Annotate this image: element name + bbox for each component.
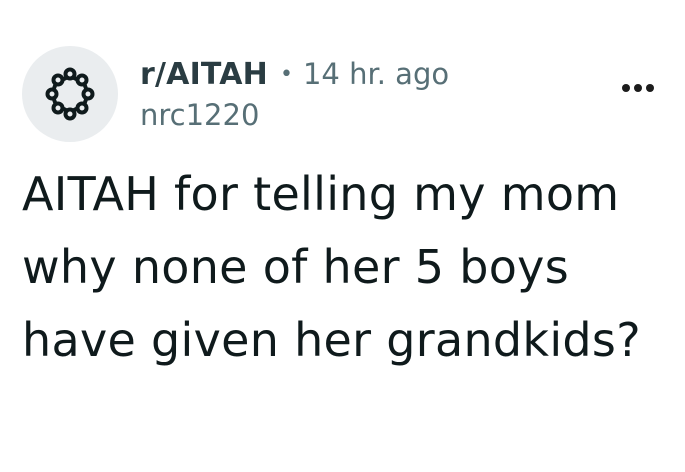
- more-options-icon: [622, 84, 630, 92]
- post-title[interactable]: AITAH for telling my mom why none of her…: [22, 158, 662, 377]
- more-options-icon: [634, 84, 642, 92]
- post-meta: r/AITAH • 14 hr. ago nrc1220: [140, 56, 449, 133]
- post-header: r/AITAH • 14 hr. ago nrc1220: [22, 46, 662, 146]
- subreddit-avatar[interactable]: [22, 46, 118, 142]
- subreddit-ring-icon: [45, 67, 95, 121]
- post-timestamp: 14 hr. ago: [302, 57, 450, 91]
- more-options-icon: [646, 84, 654, 92]
- meta-separator: •: [280, 61, 293, 87]
- more-options-button[interactable]: [614, 76, 662, 100]
- meta-line: r/AITAH • 14 hr. ago: [140, 56, 449, 92]
- author-link[interactable]: nrc1220: [140, 98, 449, 132]
- subreddit-link[interactable]: r/AITAH: [140, 57, 268, 92]
